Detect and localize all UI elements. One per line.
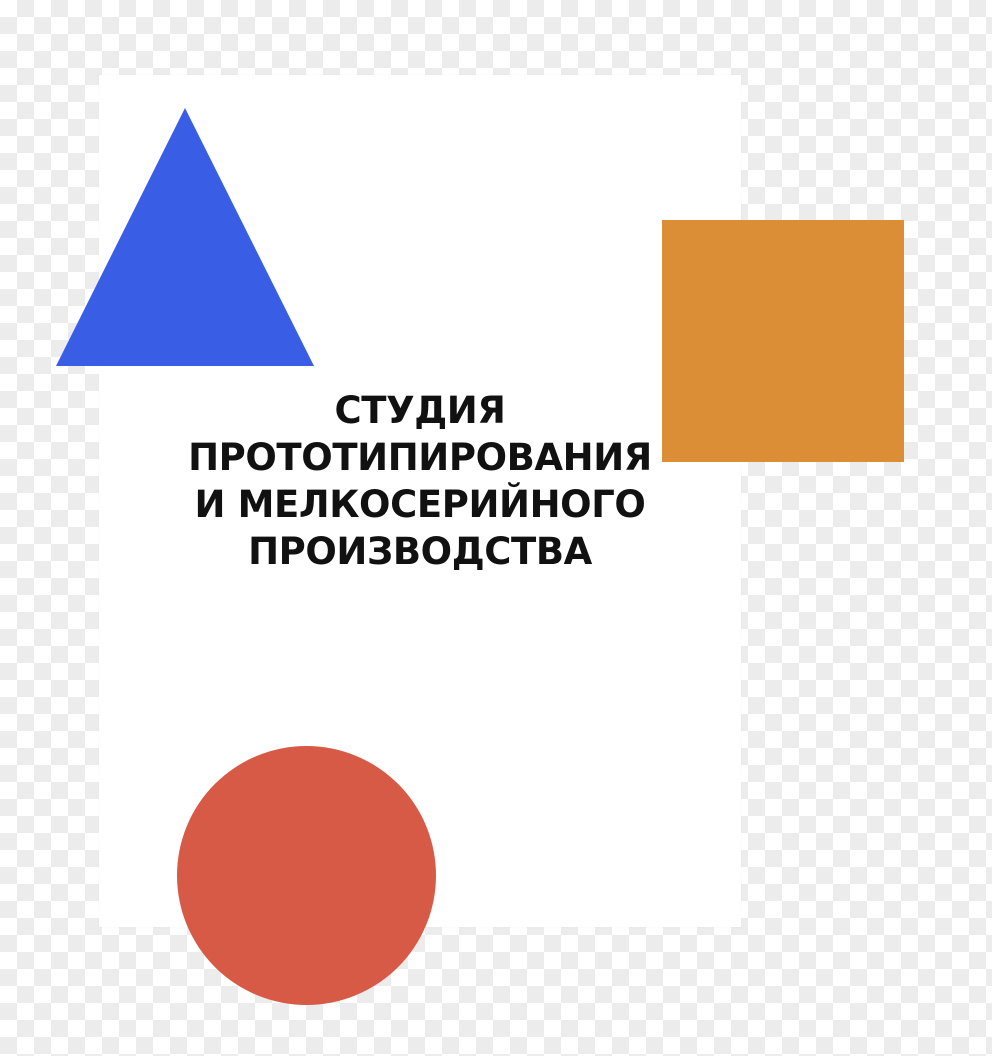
title-line-1: СТУДИЯ — [334, 389, 506, 432]
title-line-2: ПРОТОТИПИРОВАНИЯ — [188, 436, 652, 479]
title-line-4: ПРОИЗВОДСТВА — [248, 530, 592, 573]
red-circle — [177, 746, 436, 1005]
blue-triangle — [56, 108, 314, 366]
studio-title: СТУДИЯ ПРОТОТИПИРОВАНИЯ И МЕЛКОСЕРИЙНОГО… — [140, 387, 700, 575]
logo-canvas: СТУДИЯ ПРОТОТИПИРОВАНИЯ И МЕЛКОСЕРИЙНОГО… — [0, 0, 992, 1056]
title-line-3: И МЕЛКОСЕРИЙНОГО — [194, 483, 646, 526]
blue-triangle-shape — [56, 108, 314, 366]
